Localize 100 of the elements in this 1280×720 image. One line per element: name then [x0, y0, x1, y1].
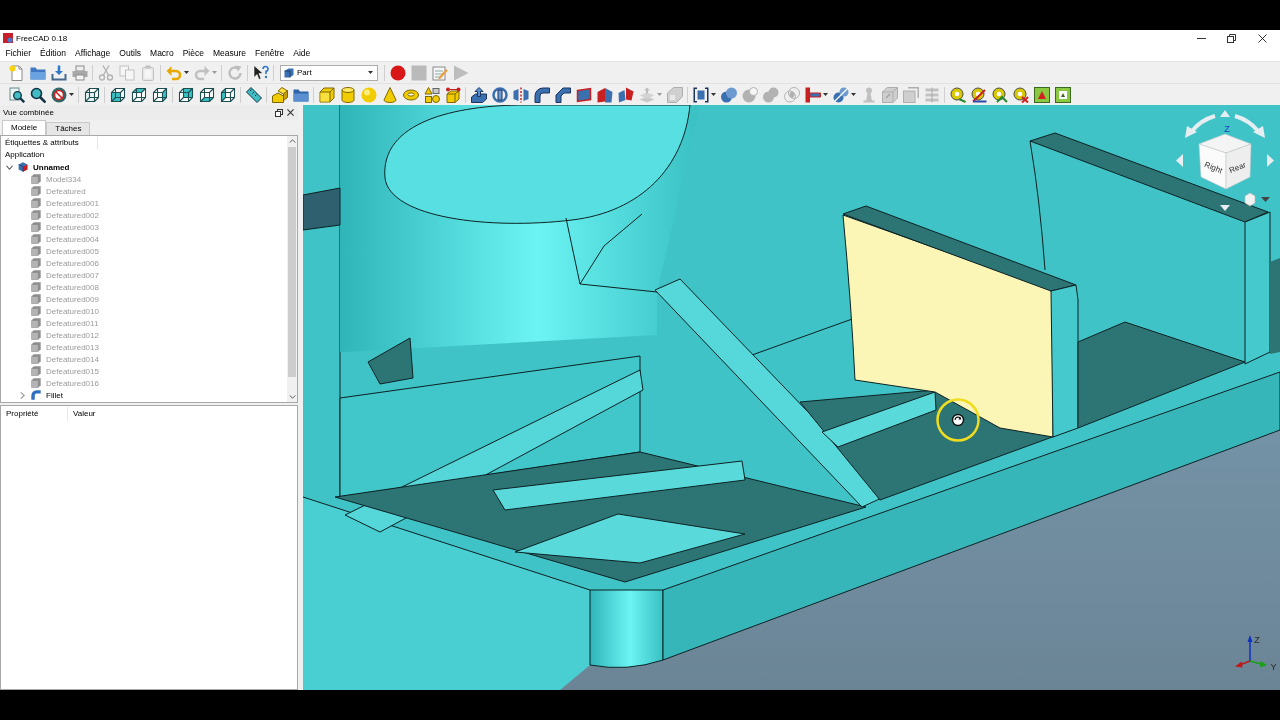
record-icon[interactable] [389, 64, 406, 81]
split-spheres-icon[interactable] [832, 86, 849, 103]
cube-icon [31, 198, 41, 208]
tree-item[interactable]: Defeatured007 [46, 269, 99, 281]
tree-item[interactable]: Defeatured003 [46, 221, 99, 233]
cube-rear-face-icon[interactable] [177, 86, 194, 103]
part-blocks-icon[interactable] [271, 86, 288, 103]
tree-item[interactable]: Defeatured014 [46, 353, 99, 365]
scrollbar-thumb[interactable] [288, 147, 296, 377]
navigation-cube[interactable] [1198, 133, 1252, 190]
menu-item[interactable]: Outils [114, 47, 146, 60]
close-icon[interactable] [1258, 33, 1267, 43]
chevron-down-icon[interactable] [288, 395, 296, 399]
torus-icon[interactable] [402, 86, 419, 103]
restore-icon[interactable] [1227, 33, 1236, 43]
chevron-up-icon[interactable] [288, 139, 296, 143]
menu-item[interactable]: Pièce [178, 47, 209, 60]
ring-bar-icon[interactable] [491, 86, 508, 103]
caret-icon[interactable] [851, 93, 856, 96]
curved-bar-icon [31, 390, 41, 400]
cube-icon [31, 342, 41, 352]
cube-front-face-icon[interactable] [109, 86, 126, 103]
tree-item[interactable]: Fillet [46, 389, 63, 401]
tree-item[interactable]: Defeatured004 [46, 233, 99, 245]
tree-item[interactable]: Defeatured008 [46, 281, 99, 293]
caret-icon[interactable] [711, 93, 716, 96]
small-cube-icon[interactable] [1244, 192, 1256, 207]
menu-item[interactable]: Macro [145, 47, 179, 60]
no-entry-sign-icon[interactable] [50, 86, 67, 103]
tree-item[interactable]: Unnamed [33, 161, 70, 173]
overlapping-spheres-icon[interactable] [720, 86, 737, 103]
tab[interactable]: Tâches [46, 122, 91, 135]
tape-measure-angle-icon[interactable] [970, 86, 987, 103]
shapes-icon[interactable] [423, 86, 440, 103]
cube-top-face-icon[interactable] [130, 86, 147, 103]
folded-panels-icon[interactable] [596, 86, 613, 103]
ruler-icon[interactable] [245, 86, 262, 103]
menu-item[interactable]: Édition [35, 47, 71, 60]
tree-item[interactable]: Defeatured015 [46, 365, 99, 377]
cube-icon [284, 67, 294, 78]
tree-item[interactable]: Defeatured006 [46, 257, 99, 269]
tree-item[interactable]: Defeatured005 [46, 245, 99, 257]
tree-item[interactable]: Model334 [46, 173, 82, 185]
arrow-down-icon[interactable] [1220, 205, 1230, 211]
quad-face-icon[interactable] [575, 86, 592, 103]
tree-item[interactable]: Defeatured010 [46, 305, 99, 317]
cone-icon[interactable] [381, 86, 398, 103]
cube-icon [31, 378, 41, 388]
cube-bottom-face-icon[interactable] [198, 86, 215, 103]
new-document-icon[interactable] [8, 64, 25, 81]
float-icon[interactable] [275, 108, 283, 117]
mirror-icon[interactable] [512, 86, 529, 103]
caret-icon[interactable] [69, 93, 74, 96]
menu-item[interactable]: Fenêtre [250, 47, 289, 60]
frame-square-icon[interactable] [1054, 86, 1071, 103]
printer-icon[interactable] [71, 64, 88, 81]
caret-icon[interactable] [368, 71, 373, 74]
cube-right-face-icon[interactable] [151, 86, 168, 103]
tree-item[interactable]: Defeatured016 [46, 377, 99, 389]
minimize-icon[interactable] [1197, 37, 1206, 39]
cube-icon [31, 270, 41, 280]
tree-item[interactable]: Defeatured009 [46, 293, 99, 305]
cube-icon [31, 366, 41, 376]
bent-bar-icon[interactable] [554, 86, 571, 103]
help-cursor-icon[interactable] [252, 64, 269, 81]
tree-item[interactable]: Defeatured012 [46, 329, 99, 341]
chevron-down-icon[interactable] [6, 163, 13, 171]
tree-item[interactable]: Defeatured [46, 185, 86, 197]
zoom-fit-icon[interactable] [8, 86, 25, 103]
menu-item[interactable]: Affichage [70, 47, 115, 60]
close-icon[interactable] [287, 109, 294, 116]
caret-icon[interactable] [823, 93, 828, 96]
menu-item[interactable]: Aide [288, 47, 315, 60]
tree-item[interactable]: Defeatured013 [46, 341, 99, 353]
tree-item[interactable]: Defeatured011 [46, 317, 99, 329]
tab[interactable]: Modèle [2, 120, 47, 135]
workbench-dropdown[interactable]: Part [280, 64, 378, 81]
magnifier-icon[interactable] [29, 86, 46, 103]
menu-item[interactable]: Measure [208, 47, 251, 60]
menu-item[interactable]: Fichier [1, 47, 36, 60]
cube-left-face-icon[interactable] [219, 86, 236, 103]
3d-view[interactable]: Right Rear Z Z Y [303, 105, 1280, 690]
tape-measure-cross-icon[interactable] [1012, 86, 1029, 103]
caret-icon[interactable] [184, 71, 189, 74]
cylinder-icon[interactable] [339, 86, 356, 103]
cube-icon [31, 294, 41, 304]
curved-bar-icon[interactable] [533, 86, 550, 103]
tape-measure-icon[interactable] [949, 86, 966, 103]
scrollbar[interactable] [287, 136, 297, 402]
wireframe-cube-icon[interactable] [83, 86, 100, 103]
cube-points-icon[interactable] [444, 86, 461, 103]
cube-icon[interactable] [318, 86, 335, 103]
tree-item[interactable]: Defeatured002 [46, 209, 99, 221]
axis-label: Y [1270, 662, 1277, 672]
twisted-panels-icon[interactable] [617, 86, 634, 103]
tree-item[interactable]: Defeatured001 [46, 197, 99, 209]
save-tray-icon[interactable] [50, 64, 67, 81]
y-axis-arrow [1249, 660, 1267, 668]
t-shape-icon[interactable] [804, 86, 821, 103]
extrude-icon[interactable] [470, 86, 487, 103]
